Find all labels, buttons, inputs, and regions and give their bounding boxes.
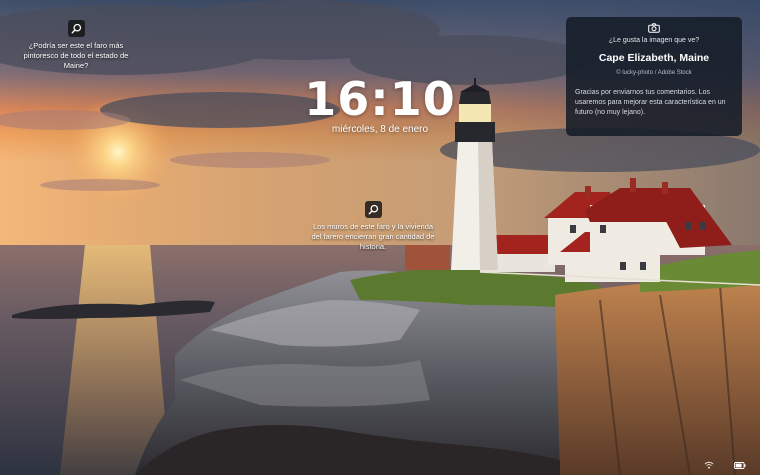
hotspot-1-caption: ¿Podría ser este el faro más pintoresco … <box>23 41 129 70</box>
image-hotspot-1[interactable]: ¿Podría ser este el faro más pintoresco … <box>22 20 130 71</box>
image-feedback-question[interactable]: ¿Le gusta la imagen que ve? <box>575 37 733 44</box>
network-icon[interactable] <box>704 461 714 469</box>
battery-icon[interactable] <box>734 462 746 469</box>
image-location-title: Cape Elizabeth, Maine <box>598 52 710 64</box>
hotspot-2-caption: Los muros de este faro y la vivienda del… <box>311 222 435 251</box>
image-info-card[interactable]: ¿Le gusta la imagen que ve? Cape Elizabe… <box>566 17 742 136</box>
image-hotspot-2[interactable]: Los muros de este faro y la vivienda del… <box>310 201 436 252</box>
image-credit: © lucky-photo / Adobe Stock <box>616 70 692 76</box>
camera-icon <box>575 23 733 33</box>
search-icon[interactable] <box>364 201 382 218</box>
search-icon[interactable] <box>67 20 85 37</box>
feedback-thanks-text: Gracias por enviarnos tus comentarios. L… <box>575 89 726 116</box>
